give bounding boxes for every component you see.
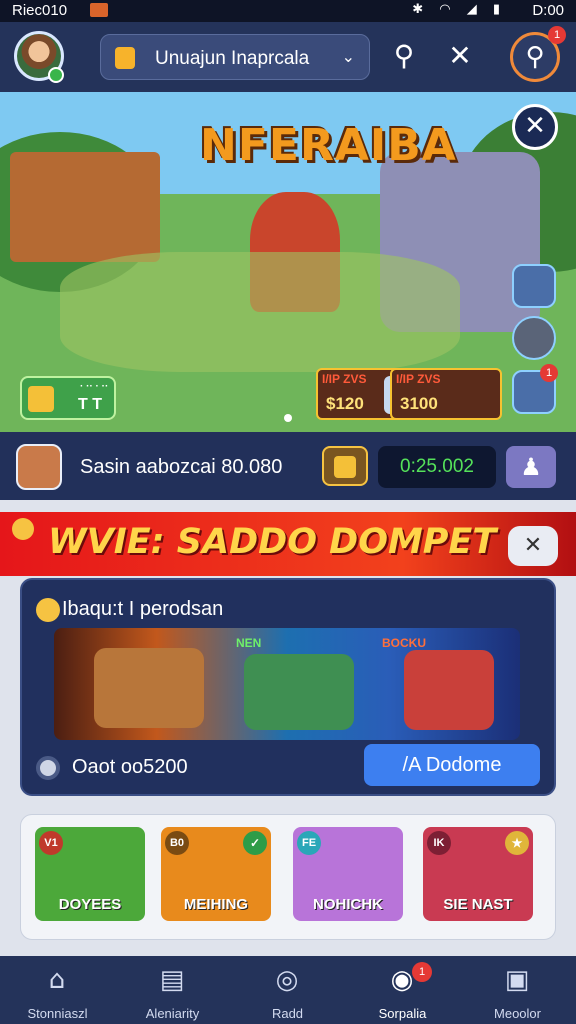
game-name: MEIHING (183, 896, 249, 913)
game-card[interactable]: FE NOHICHK (293, 827, 403, 921)
nav-badge: 1 (412, 962, 432, 982)
top-bar: Unuajun Inaprcala ⌄ ⚲ ✕ ⚲ 1 (0, 22, 576, 92)
nav-label: Stonniaszl (27, 1006, 88, 1021)
nav-item-activity[interactable]: ▤ Aleniarity (115, 956, 230, 1024)
coin-badge[interactable]: · ·· · ·· T T (20, 376, 116, 420)
nav-label: Aleniarity (145, 1006, 200, 1021)
promo-artwork[interactable]: NEN BOCKU (54, 628, 520, 740)
nav-item-home[interactable]: ⌂ Stonniaszl (0, 956, 115, 1024)
home-icon: ⌂ (48, 965, 66, 995)
gold-icon (28, 386, 54, 412)
nav-item-radar[interactable]: ◎ Radd (230, 956, 345, 1024)
offer-tag-label: I/IP ZVS (396, 372, 441, 386)
game-card[interactable]: V1 DOYEES (35, 827, 145, 921)
red-robot-character (404, 650, 494, 730)
nav-item-search[interactable]: ◉ Sorpalia (345, 956, 460, 1024)
status-time: D:00 (532, 2, 564, 19)
battlefield (60, 252, 460, 372)
banner-text: WVIE: SADDO DOMPET (48, 522, 497, 562)
profile-icon[interactable]: ♟ (506, 446, 556, 488)
search-icon[interactable]: ⚲ (384, 36, 424, 76)
castle-building (10, 152, 160, 262)
account-text: Sasin aabozcai 80.080 (80, 456, 283, 478)
offer-price: 3100 (400, 394, 438, 413)
coin-badge-line1: · ·· · ·· (80, 381, 109, 392)
game-badge: IK (427, 831, 451, 855)
promo-tag: BOCKU (382, 636, 426, 650)
list-icon: ▤ (159, 965, 185, 995)
settings-orb-icon[interactable] (512, 316, 556, 360)
timer-icon (36, 756, 60, 780)
account-bar: Sasin aabozcai 80.080 0:25.002 ♟ (0, 432, 576, 500)
promo-header: Ibaqu:t I perodsan (62, 598, 224, 620)
close-icon[interactable]: ✕ (512, 104, 558, 150)
hero-banner[interactable]: NFERAIBA ✕ · ·· · ·· T T I/IP ZVS $120 I… (0, 92, 576, 432)
app-flag-icon (90, 3, 108, 17)
sale-banner[interactable]: WVIE: SADDO DOMPET ✕ (0, 512, 576, 576)
offer-badge: 1 (540, 364, 558, 382)
server-selector[interactable]: Unuajun Inaprcala ⌄ (100, 34, 370, 80)
game-card[interactable]: IK ★ SIE NAST (423, 827, 533, 921)
coin-icon (36, 598, 60, 622)
online-badge-icon (48, 67, 64, 83)
game-name: SIE NAST (443, 896, 513, 913)
tools-icon[interactable]: ✕ (440, 36, 480, 76)
offer-tag-label: I/IP ZVS (322, 372, 367, 386)
nav-item-shop[interactable]: ▣ Meoolor (460, 956, 575, 1024)
status-icons: ✱ ◠ ◢ ▮ (412, 2, 506, 17)
star-icon: ★ (505, 831, 529, 855)
coin-icon (12, 518, 34, 540)
offer-tag[interactable]: I/IP ZVS 3100 (390, 368, 502, 420)
carousel-indicator[interactable] (284, 414, 292, 422)
promo-timer: Oaot oo5200 (72, 756, 188, 778)
check-icon: ✓ (243, 831, 267, 855)
game-badge: B0 (165, 831, 189, 855)
status-bar: Riec010 ✱ ◠ ◢ ▮ D:00 (0, 0, 576, 22)
account-avatar[interactable] (16, 444, 62, 490)
warrior-characters (244, 654, 354, 730)
game-name: NOHICHK (313, 896, 383, 913)
chevron-down-icon: ⌄ (341, 49, 355, 66)
bag-icon: ▣ (504, 965, 530, 995)
game-card[interactable]: B0 ✓ MEIHING (161, 827, 271, 921)
compass-icon: ◎ (275, 965, 299, 995)
gold-button[interactable] (322, 446, 368, 486)
robot-character (94, 648, 204, 728)
promo-action-button[interactable]: /A Dodome (364, 744, 540, 786)
coin-badge-line2: T T (78, 396, 102, 413)
close-icon[interactable]: ✕ (508, 526, 558, 566)
nav-label: Meoolor (494, 1006, 541, 1021)
status-left-text: Riec010 (12, 2, 68, 19)
promo-tag: NEN (236, 636, 262, 650)
game-badge: V1 (39, 831, 63, 855)
games-row: V1 DOYEES B0 ✓ MEIHING FE NOHICHK IK ★ S… (20, 814, 556, 940)
gold-icon (334, 456, 356, 478)
nav-label: Sorpalia (378, 1006, 427, 1021)
notification-badge: 1 (548, 26, 566, 44)
nav-label: Radd (271, 1006, 304, 1021)
lock-icon (115, 47, 135, 69)
bottom-nav: ⌂ Stonniaszl ▤ Aleniarity ◎ Radd ◉ Sorpa… (0, 956, 576, 1024)
game-name: DOYEES (58, 896, 122, 913)
offer-price: $120 (326, 394, 364, 413)
game-title: NFERAIBA (200, 120, 457, 171)
balance-display: 0:25.002 (378, 446, 496, 488)
character-thumb-icon[interactable] (512, 264, 556, 308)
server-label: Unuajun Inaprcala (155, 48, 310, 69)
promo-card: Ibaqu:t I perodsan NEN BOCKU Oaot oo5200… (20, 578, 556, 796)
game-badge: FE (297, 831, 321, 855)
